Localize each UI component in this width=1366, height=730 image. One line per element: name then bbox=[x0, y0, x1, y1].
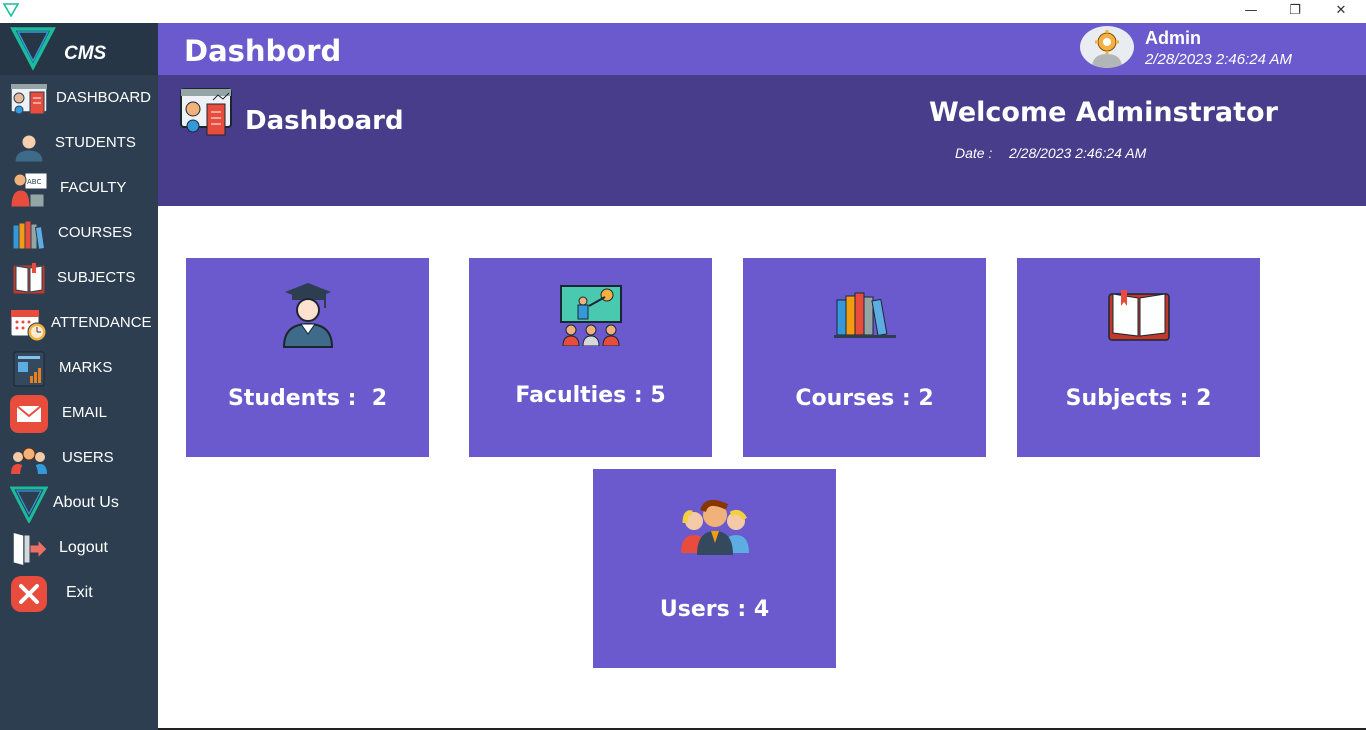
sidebar-item-label: SUBJECTS bbox=[57, 269, 136, 286]
books-icon bbox=[833, 292, 896, 338]
sidebar-item-logout[interactable]: Logout bbox=[0, 526, 158, 570]
sidebar-item-label: Exit bbox=[66, 584, 93, 601]
sidebar-item-label: FACULTY bbox=[60, 179, 127, 196]
users-card[interactable]: Users : 4 bbox=[593, 469, 836, 668]
sidebar-item-label: USERS bbox=[62, 449, 114, 466]
sidebar-item-label: DASHBOARD bbox=[56, 89, 152, 106]
books-icon bbox=[11, 220, 47, 251]
sidebar-item-attendance[interactable]: ATTENDANCE bbox=[0, 301, 158, 345]
students-count: Students : 2 bbox=[227, 386, 388, 411]
sidebar: CMS DASHBOARD STUDENTS ABC FACULTY COURS… bbox=[0, 23, 158, 730]
logo-icon bbox=[10, 486, 48, 523]
logout-icon bbox=[12, 531, 48, 567]
faculties-count: Faculties : 5 bbox=[515, 383, 666, 408]
email-icon bbox=[10, 395, 48, 433]
window-titlebar: — ❐ ✕ bbox=[0, 0, 1366, 23]
close-button[interactable]: ✕ bbox=[1318, 0, 1364, 23]
welcome-banner: Dashboard Welcome Adminstrator Date : 2/… bbox=[158, 75, 1366, 206]
restore-button[interactable]: ❐ bbox=[1272, 0, 1318, 23]
brand-name: CMS bbox=[64, 43, 107, 64]
sidebar-item-courses[interactable]: COURSES bbox=[0, 211, 158, 255]
svg-text:ABC: ABC bbox=[27, 178, 41, 186]
student-icon bbox=[14, 127, 44, 163]
avatar[interactable] bbox=[1080, 26, 1134, 68]
top-header: Dashbord Admin 2/28/2023 2:46:24 AM bbox=[158, 23, 1366, 75]
book-icon bbox=[12, 263, 46, 295]
student-icon bbox=[282, 283, 333, 348]
sidebar-item-marks[interactable]: MARKS bbox=[0, 346, 158, 390]
calendar-clock-icon bbox=[10, 309, 47, 342]
logo-icon bbox=[10, 27, 56, 71]
sidebar-item-label: EMAIL bbox=[62, 404, 108, 421]
date-value: 2/28/2023 2:46:24 AM bbox=[1009, 145, 1147, 161]
sidebar-item-label: ATTENDANCE bbox=[51, 314, 152, 331]
sidebar-item-users[interactable]: USERS bbox=[0, 436, 158, 480]
dashboard-icon bbox=[180, 88, 232, 136]
sidebar-item-email[interactable]: EMAIL bbox=[0, 391, 158, 435]
banner-title: Dashboard bbox=[245, 106, 404, 136]
sidebar-item-label: COURSES bbox=[58, 224, 133, 241]
admin-gear-icon bbox=[1092, 30, 1122, 68]
sidebar-item-about[interactable]: About Us bbox=[0, 481, 158, 525]
app-logo-icon bbox=[3, 3, 19, 17]
sidebar-item-label: About Us bbox=[53, 494, 119, 511]
faculty-icon: ABC bbox=[10, 172, 48, 208]
sidebar-item-label: STUDENTS bbox=[55, 134, 136, 151]
page-title: Dashbord bbox=[184, 34, 342, 68]
faculty-icon bbox=[559, 285, 622, 346]
exit-icon bbox=[11, 576, 47, 612]
date-label: Date : bbox=[955, 145, 993, 161]
sidebar-item-label: Logout bbox=[59, 539, 108, 556]
sidebar-brand: CMS bbox=[0, 23, 158, 75]
sidebar-item-subjects[interactable]: SUBJECTS bbox=[0, 256, 158, 300]
users-count: Users : 4 bbox=[659, 597, 770, 622]
courses-count: Courses : 2 bbox=[795, 386, 934, 411]
courses-card[interactable]: Courses : 2 bbox=[743, 258, 986, 457]
sidebar-item-dashboard[interactable]: DASHBOARD bbox=[0, 76, 158, 120]
admin-timestamp: 2/28/2023 2:46:24 AM bbox=[1145, 51, 1293, 68]
sidebar-item-exit[interactable]: Exit bbox=[0, 571, 158, 615]
sidebar-item-students[interactable]: STUDENTS bbox=[0, 121, 158, 165]
students-card[interactable]: Students : 2 bbox=[186, 258, 429, 457]
sidebar-item-faculty[interactable]: ABC FACULTY bbox=[0, 166, 158, 210]
sidebar-item-label: MARKS bbox=[59, 359, 113, 376]
admin-name: Admin bbox=[1145, 28, 1201, 48]
report-icon bbox=[13, 351, 45, 387]
users-icon bbox=[680, 499, 749, 555]
minimize-button[interactable]: — bbox=[1228, 0, 1274, 23]
dashboard-icon bbox=[10, 83, 48, 115]
subjects-count: Subjects : 2 bbox=[1065, 386, 1212, 411]
subjects-card[interactable]: Subjects : 2 bbox=[1017, 258, 1260, 457]
book-icon bbox=[1107, 290, 1170, 341]
welcome-message: Welcome Adminstrator bbox=[929, 97, 1278, 128]
users-icon bbox=[11, 447, 47, 476]
faculties-card[interactable]: Faculties : 5 bbox=[469, 258, 712, 457]
